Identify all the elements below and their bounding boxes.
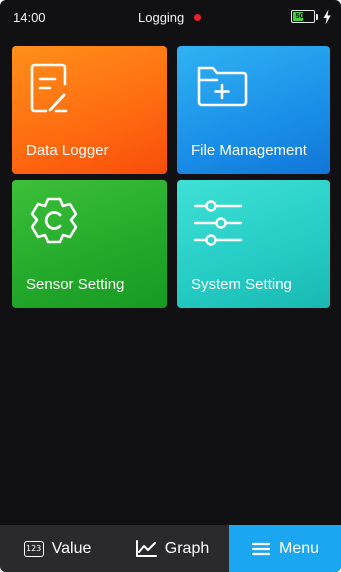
battery-icon: 50%	[291, 10, 315, 23]
line-chart-icon	[135, 539, 157, 558]
nav-value-button[interactable]: 123 Value	[0, 525, 115, 572]
logging-status-label: Logging	[138, 10, 185, 25]
battery-cap	[316, 13, 318, 20]
battery-percent-label: 50%	[295, 11, 311, 20]
device-screen: 14:00 Logging 50% Data Logger File Manag…	[0, 0, 341, 572]
data-logger-tile[interactable]: Data Logger	[12, 46, 167, 174]
folder-add-icon	[197, 66, 248, 107]
sensor-setting-tile[interactable]: Sensor Setting	[12, 180, 167, 308]
sliders-icon	[193, 200, 243, 246]
system-setting-label: System Setting	[191, 276, 292, 293]
nav-graph-button[interactable]: Graph	[115, 525, 229, 572]
recording-dot-icon	[194, 14, 202, 21]
status-time: 14:00	[13, 10, 46, 25]
nav-graph-label: Graph	[164, 539, 210, 557]
sensor-setting-label: Sensor Setting	[26, 276, 125, 293]
file-management-tile[interactable]: File Management	[177, 46, 330, 174]
numeric-123-icon: 123	[23, 540, 44, 557]
hamburger-menu-icon	[251, 541, 271, 557]
logging-status: Logging	[138, 10, 202, 25]
data-logger-label: Data Logger	[26, 142, 109, 159]
lightning-bolt-icon	[323, 9, 331, 25]
nav-menu-button[interactable]: Menu	[229, 525, 341, 572]
gear-icon	[30, 197, 78, 244]
system-setting-tile[interactable]: System Setting	[177, 180, 330, 308]
nav-value-label: Value	[51, 539, 92, 557]
edit-document-icon	[30, 63, 68, 113]
file-management-label: File Management	[191, 142, 307, 159]
bottom-navigation: 123 Value Graph Menu	[0, 525, 341, 572]
status-bar: 14:00 Logging 50%	[0, 0, 341, 34]
nav-menu-label: Menu	[278, 539, 320, 557]
